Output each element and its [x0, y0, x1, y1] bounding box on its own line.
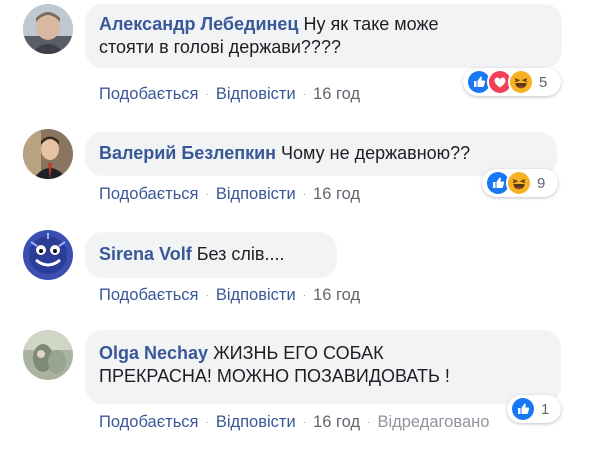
user-photo-icon [23, 330, 73, 380]
comment: Olga Nechay ЖИЗНЬ ЕГО СОБАК ПРЕКРАСНА! М… [0, 0, 604, 459]
separator: · [367, 417, 371, 428]
separator: · [302, 417, 307, 428]
comment-timestamp[interactable]: 16 год [313, 413, 360, 431]
reply-button[interactable]: Відповісти [216, 413, 296, 431]
edited-label[interactable]: Відредаговано [377, 413, 489, 431]
comment-text: ЖИЗНЬ ЕГО СОБАК [213, 343, 384, 363]
comment-author[interactable]: Olga Nechay [99, 343, 208, 363]
like-icon [510, 396, 536, 422]
reaction-count: 1 [541, 400, 550, 418]
separator: · [205, 417, 209, 428]
comment-bubble: Olga Nechay ЖИЗНЬ ЕГО СОБАК ПРЕКРАСНА! М… [85, 330, 561, 404]
like-button[interactable]: Подобається [99, 413, 198, 431]
comment-actions: Подобається · Відповісти · 16 год · Відредагов… [99, 413, 489, 432]
reactions-summary[interactable]: 1 [507, 395, 561, 423]
comment-text: ПРЕКРАСНА! МОЖНО ПОЗАВИДОВАТЬ ! [99, 366, 450, 386]
avatar[interactable] [23, 330, 73, 380]
